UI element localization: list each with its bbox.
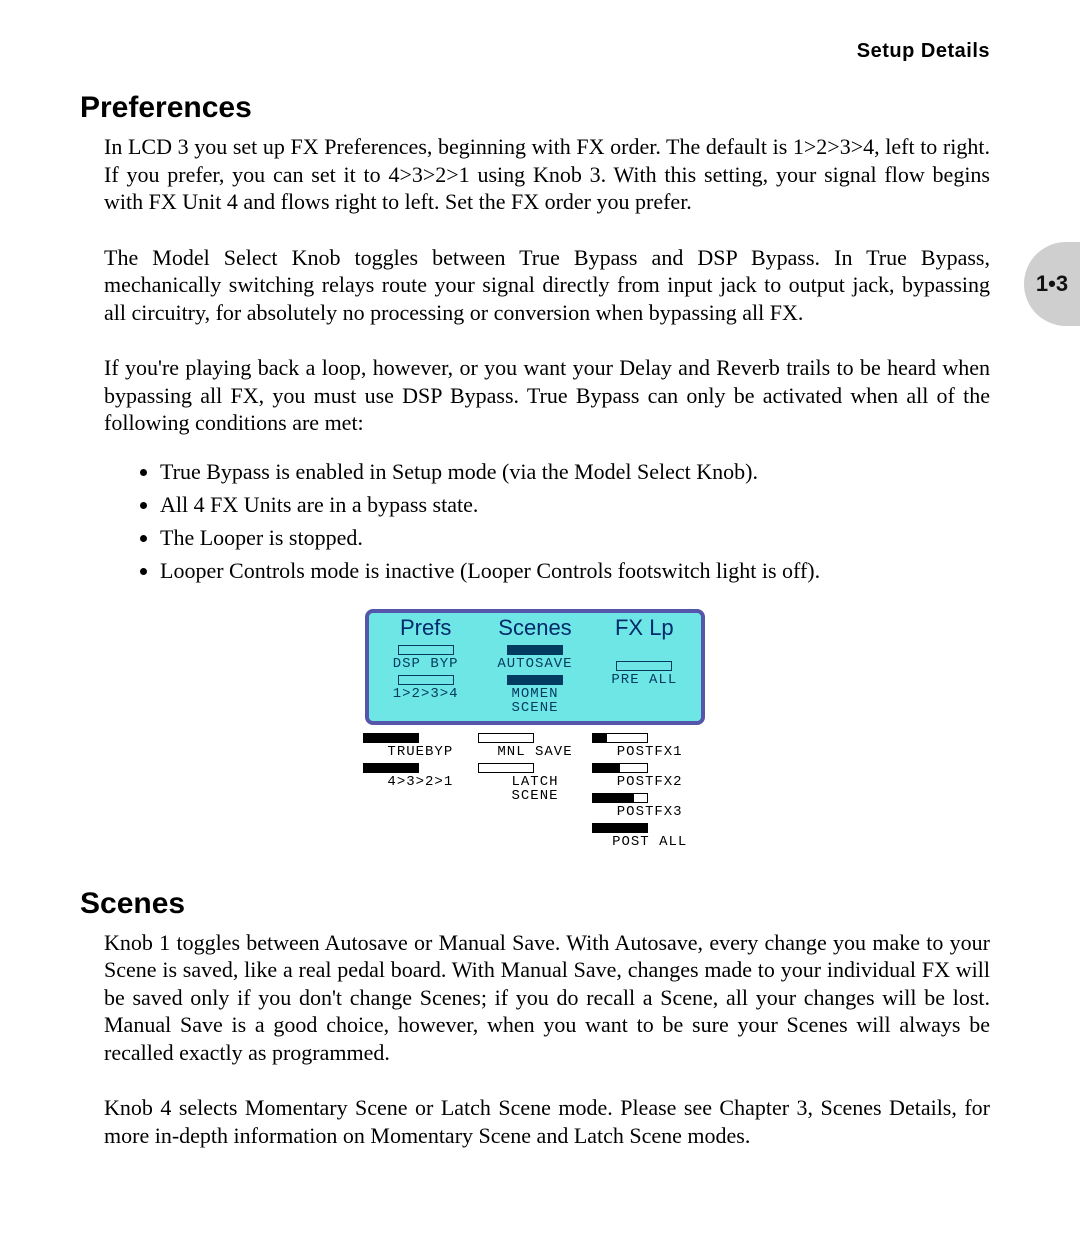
list-item: The Looper is stopped. <box>160 521 990 554</box>
prefs-paragraph-2: The Model Select Knob toggles between Tr… <box>104 244 990 327</box>
progress-bar <box>592 733 648 743</box>
lcd-column-title: Prefs <box>373 615 478 641</box>
lcd-column-title: Scenes <box>482 615 587 641</box>
progress-bar <box>592 823 648 833</box>
progress-bar <box>478 733 534 743</box>
list-item: True Bypass is enabled in Setup mode (vi… <box>160 455 990 488</box>
progress-bar <box>592 793 648 803</box>
preferences-heading: Preferences <box>80 91 990 125</box>
progress-bar <box>507 645 563 655</box>
lcd-label: TRUEBYP <box>365 745 476 759</box>
lcd-label: POSTFX1 <box>594 745 705 759</box>
list-item: Looper Controls mode is inactive (Looper… <box>160 554 990 587</box>
lcd-label: PRE ALL <box>592 673 697 687</box>
progress-bar <box>616 661 672 671</box>
lcd-label: MNL SAVE <box>480 745 591 759</box>
progress-bar <box>398 645 454 655</box>
list-item: All 4 FX Units are in a bypass state. <box>160 488 990 521</box>
scenes-paragraph-2: Knob 4 selects Momentary Scene or Latch … <box>104 1094 990 1149</box>
progress-bar <box>363 763 419 773</box>
lcd-label: 4>3>2>1 <box>365 775 476 789</box>
prefs-paragraph-3: If you're playing back a loop, however, … <box>104 354 990 437</box>
lcd-label: POSTFX2 <box>594 775 705 789</box>
lcd-figure: Prefs DSP BYP 1>2>3>4 Scenes AUTOSAVE MOMEN S… <box>365 609 705 849</box>
progress-bar <box>398 675 454 685</box>
prefs-bullet-list: True Bypass is enabled in Setup mode (vi… <box>130 455 990 587</box>
progress-bar <box>507 675 563 685</box>
progress-bar <box>478 763 534 773</box>
lcd-label: POST ALL <box>594 835 705 849</box>
lcd-label: 1>2>3>4 <box>373 687 478 701</box>
scenes-paragraph-1: Knob 1 toggles between Autosave or Manua… <box>104 929 990 1067</box>
lcd-label: DSP BYP <box>373 657 478 671</box>
lcd-label: LATCH SCENE <box>480 775 591 803</box>
lcd-label: AUTOSAVE <box>482 657 587 671</box>
lcd-label: MOMEN SCENE <box>482 687 587 715</box>
prefs-paragraph-1: In LCD 3 you set up FX Preferences, begi… <box>104 133 990 216</box>
lcd-column-title: FX Lp <box>592 615 697 641</box>
scenes-heading: Scenes <box>80 887 990 921</box>
header-title: Setup Details <box>80 40 990 63</box>
page-number-tab: 1•3 <box>1024 242 1080 326</box>
lcd-label: POSTFX3 <box>594 805 705 819</box>
progress-bar <box>363 733 419 743</box>
progress-bar <box>592 763 648 773</box>
